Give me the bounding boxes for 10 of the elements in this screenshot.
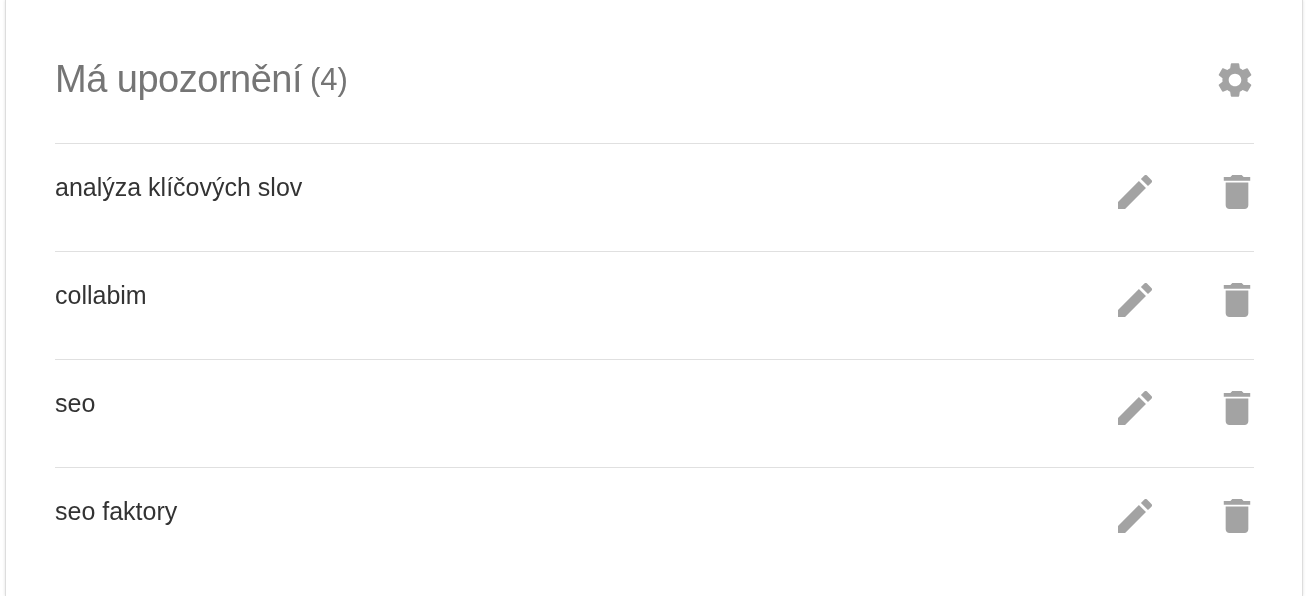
edit-icon[interactable] xyxy=(1118,174,1152,209)
alert-count: (4) xyxy=(310,61,348,98)
edit-icon[interactable] xyxy=(1118,282,1152,317)
alert-name: analýza klíčových slov xyxy=(55,173,304,202)
alert-name: collabim xyxy=(55,281,148,310)
edit-icon[interactable] xyxy=(1118,498,1152,533)
edit-icon[interactable] xyxy=(1118,390,1152,425)
alert-name: seo faktory xyxy=(55,497,179,526)
alert-name: seo xyxy=(55,389,97,418)
page-title: Má upozornění xyxy=(55,58,302,101)
